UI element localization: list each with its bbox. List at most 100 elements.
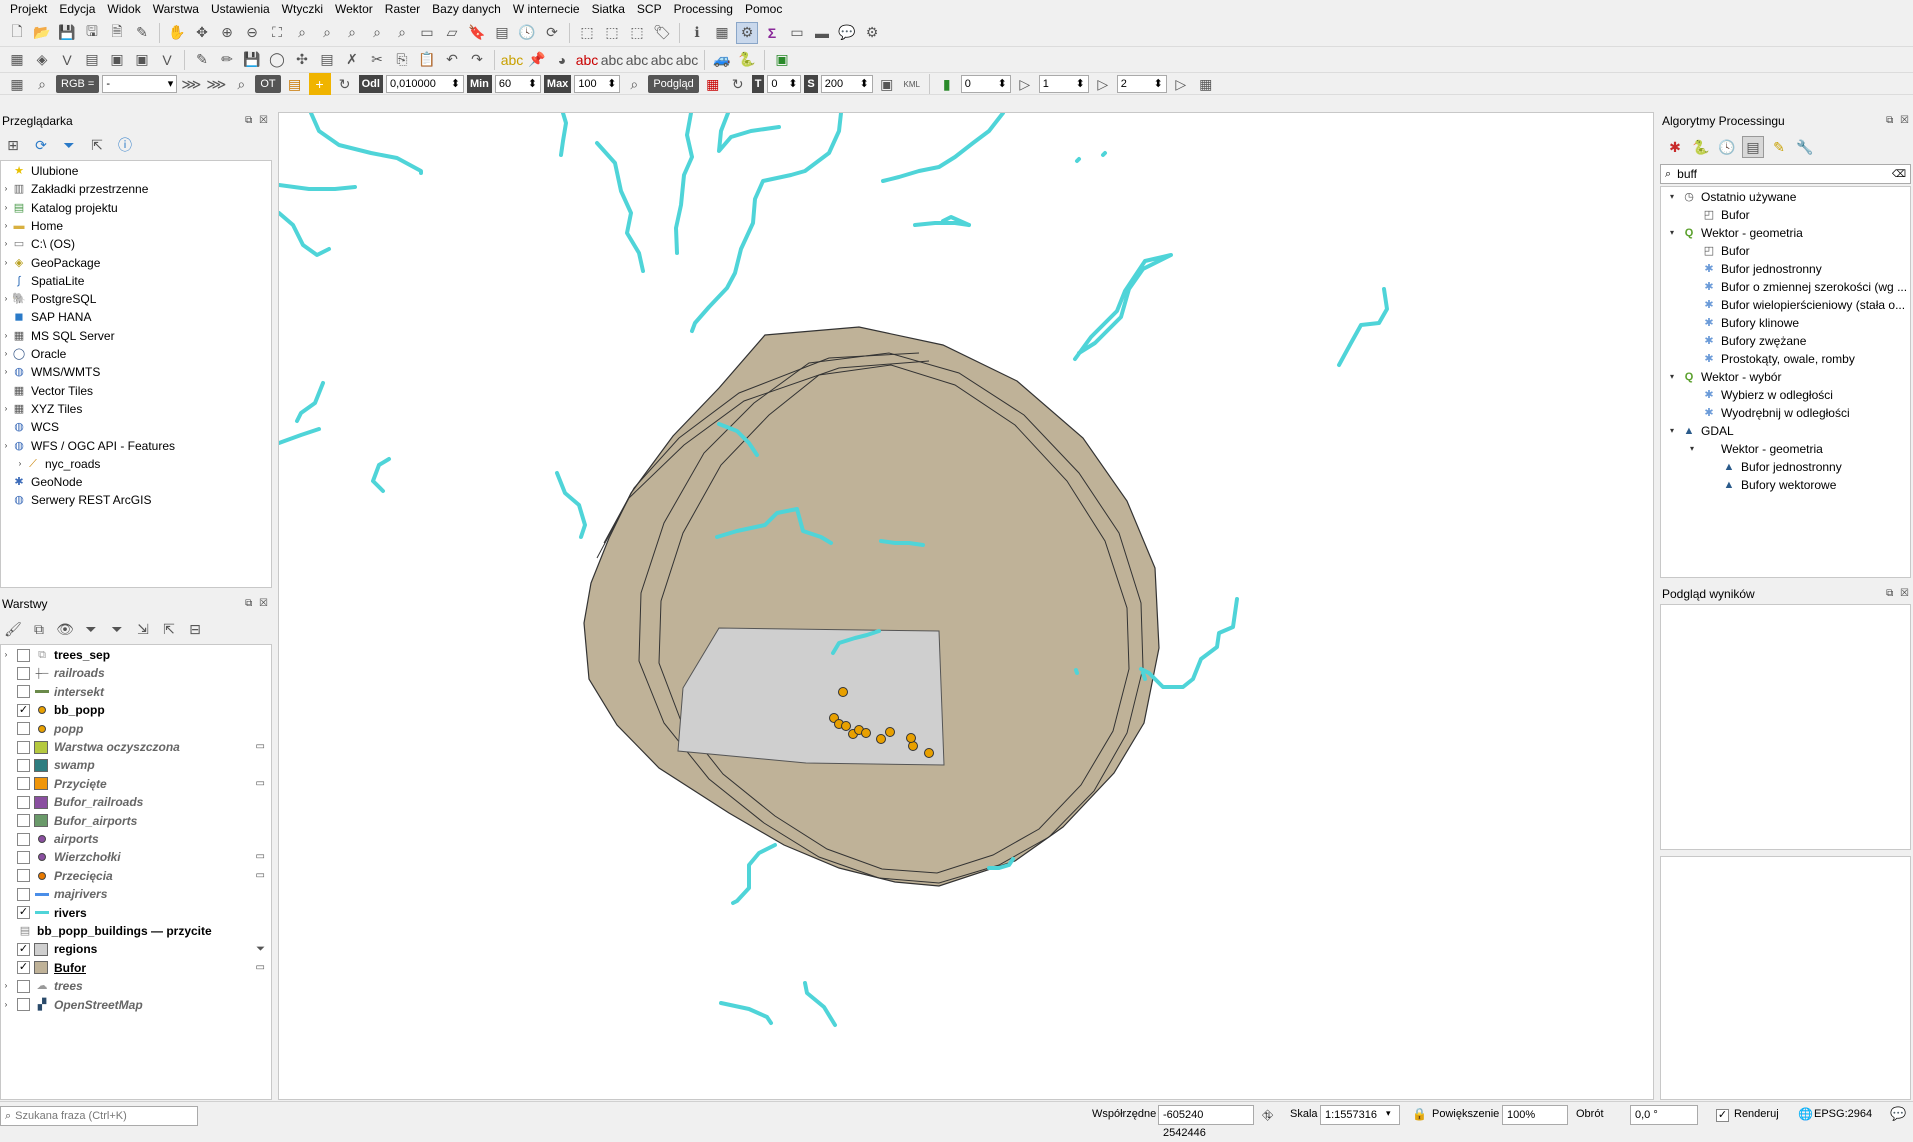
coordinate-field[interactable]: -605240 2542446 [1158, 1105, 1254, 1139]
t-spinbox[interactable]: 0 ⬍ [767, 75, 802, 93]
temporal-icon[interactable]: 🕓 [516, 22, 538, 44]
layer-visibility-checkbox[interactable] [17, 666, 30, 680]
scp-zoom-icon[interactable]: ⌕ [31, 73, 53, 95]
processing-group[interactable]: ▾ Q Wektor - geometria [1667, 224, 1803, 242]
chevron-down-icon[interactable]: ▾ [1687, 440, 1697, 458]
panel-float-close-icon[interactable]: ⧉ ☒ [245, 112, 270, 130]
processing-algorithm[interactable]: ✱ Prostokąty, owale, romby [1687, 350, 1854, 368]
processing-group[interactable]: ▾ Q Wektor - wybór [1667, 368, 1781, 386]
style-manager-icon[interactable]: ✎ [131, 22, 153, 44]
info-icon[interactable]: ⓘ [114, 134, 136, 156]
save-project-icon[interactable]: 💾 [56, 22, 78, 44]
label-hide-icon[interactable]: abc [576, 49, 599, 71]
clear-search-icon[interactable]: ⌫ [1892, 169, 1906, 180]
processing-algorithm[interactable]: ▾ Wektor - geometria [1687, 440, 1823, 458]
python-icon[interactable]: 🐍 [736, 49, 758, 71]
menu-item[interactable]: Siatka [586, 0, 631, 19]
print-layout-icon[interactable]: 🗎 [106, 22, 128, 44]
label-toolbar-icon[interactable]: abc [501, 49, 524, 71]
zoom-layer-icon[interactable]: ⌕ [316, 22, 338, 44]
layer-row[interactable]: Wierzchołki ▭ [1, 848, 271, 866]
zoom-selection-icon[interactable]: ⌕ [291, 22, 313, 44]
undo-icon[interactable]: ↶ [441, 49, 463, 71]
layer-visibility-checkbox[interactable] [17, 795, 30, 809]
processing-search-field[interactable]: ⌕ buff ⌫ [1660, 164, 1911, 184]
add-raster-icon[interactable]: ▤ [81, 49, 103, 71]
copy-icon[interactable]: ⎘ [391, 49, 413, 71]
new-map-view-icon[interactable]: ▭ [416, 22, 438, 44]
browser-item[interactable]: › ▦ MS SQL Server [1, 327, 115, 345]
scp-band-next-icon[interactable]: ▷ [1014, 73, 1036, 95]
chevron-right-icon[interactable]: › [1, 996, 11, 1014]
max-spinbox[interactable]: 100 ⬍ [574, 75, 621, 93]
chevron-right-icon[interactable]: › [1, 437, 11, 455]
scp-kml-icon[interactable]: KML [901, 73, 923, 95]
vertex-tool-icon[interactable]: ✣ [291, 49, 313, 71]
scp-preview-zoom-icon[interactable]: ⌕ [623, 73, 645, 95]
show-bookmarks-icon[interactable]: ▤ [491, 22, 513, 44]
scp-band-set-icon[interactable]: ▮ [936, 73, 958, 95]
pan-icon[interactable]: ✋ [166, 22, 188, 44]
layer-row[interactable]: airports [1, 830, 271, 848]
chevron-right-icon[interactable]: › [1, 254, 11, 272]
menu-item[interactable]: Wtyczki [276, 0, 329, 19]
layer-row[interactable]: popp [1, 720, 271, 738]
crs-button[interactable]: EPSG:2964 [1814, 1108, 1872, 1120]
add-group-icon[interactable]: ⧉ [28, 618, 50, 640]
diagram-icon[interactable]: ◕ [551, 49, 573, 71]
browser-item[interactable]: ✱ GeoNode [1, 473, 82, 491]
scp-dock-icon[interactable]: ▦ [6, 73, 28, 95]
filter-legend-icon[interactable]: ⏷ [80, 618, 102, 640]
scp-plugin-icon[interactable]: ▣ [771, 49, 793, 71]
scp-remove-icon[interactable]: ▣ [876, 73, 898, 95]
new-3d-view-icon[interactable]: ▱ [441, 22, 463, 44]
layer-visibility-checkbox[interactable] [17, 722, 30, 736]
menu-item[interactable]: Pomoc [739, 0, 788, 19]
scp-band-right-icon[interactable]: ⋙ [205, 73, 227, 95]
filter-expression-icon[interactable]: ⏷ [106, 618, 128, 640]
layer-row[interactable]: ✓ Bufor ▭ [1, 959, 271, 977]
manage-visibility-icon[interactable]: 👁 [54, 618, 76, 640]
rotation-field[interactable]: 0,0 ° [1630, 1105, 1698, 1125]
locator-search[interactable]: ⌕ Szukana fraza (Ctrl+K) [0, 1106, 198, 1126]
scp-classification-icon[interactable]: ▦ [702, 73, 724, 95]
chevron-right-icon[interactable]: › [1, 180, 11, 198]
layer-visibility-checkbox[interactable] [17, 740, 30, 754]
measure-icon[interactable]: ▭ [786, 22, 808, 44]
browser-item[interactable]: › ◈ GeoPackage [1, 254, 101, 272]
scp-band-next-icon[interactable]: ▷ [1092, 73, 1114, 95]
layer-visibility-checkbox[interactable]: ✓ [17, 906, 30, 920]
scp-redo-preview-icon[interactable]: ↻ [727, 73, 749, 95]
odl-spinbox[interactable]: 0,010000 ⬍ [385, 75, 464, 93]
menu-item[interactable]: Projekt [4, 0, 53, 19]
zoom-native-icon[interactable]: ⌕ [341, 22, 363, 44]
chevron-down-icon[interactable]: ▾ [1667, 188, 1677, 206]
layer-row[interactable]: Warstwa oczyszczona ▭ [1, 738, 271, 756]
add-vector-icon[interactable]: V [56, 49, 78, 71]
label-show-icon[interactable]: abc [676, 49, 699, 71]
layer-row[interactable]: › ☁ trees [1, 977, 271, 995]
delete-selected-icon[interactable]: ✗ [341, 49, 363, 71]
label-pin-icon[interactable]: 📌 [526, 49, 548, 71]
browser-item[interactable]: ◍ Serwery REST ArcGIS [1, 491, 151, 509]
browser-item[interactable]: › ◍ WFS / OGC API - Features [1, 437, 175, 455]
processing-algorithm[interactable]: ✱ Bufor o zmiennej szerokości (wg ... [1687, 278, 1907, 296]
layer-visibility-checkbox[interactable] [17, 998, 30, 1012]
scp-zoom-input-icon[interactable]: ⌕ [230, 73, 252, 95]
layer-visibility-checkbox[interactable] [17, 832, 30, 846]
chevron-down-icon[interactable]: ▾ [1386, 1108, 1391, 1119]
browser-item[interactable]: › 🐘 PostgreSQL [1, 290, 97, 308]
zoom-out-icon[interactable]: ⊖ [241, 22, 263, 44]
new-geopackage-icon[interactable]: ◈ [31, 49, 53, 71]
add-virtual-icon[interactable]: V [156, 49, 178, 71]
zoom-in-icon[interactable]: ⊕ [216, 22, 238, 44]
processing-algorithm[interactable]: ▲ Bufory wektorowe [1707, 476, 1837, 494]
redo-icon[interactable]: ↷ [466, 49, 488, 71]
browser-item[interactable]: › ▥ Zakładki przestrzenne [1, 180, 149, 198]
browser-item[interactable]: ◍ WCS [1, 418, 59, 436]
render-checkbox[interactable]: ✓ [1716, 1109, 1729, 1122]
map-canvas[interactable] [278, 112, 1654, 1100]
ot-button[interactable]: OT [255, 75, 281, 93]
models-icon[interactable]: ✱ [1664, 136, 1686, 158]
modify-attributes-icon[interactable]: ▤ [316, 49, 338, 71]
